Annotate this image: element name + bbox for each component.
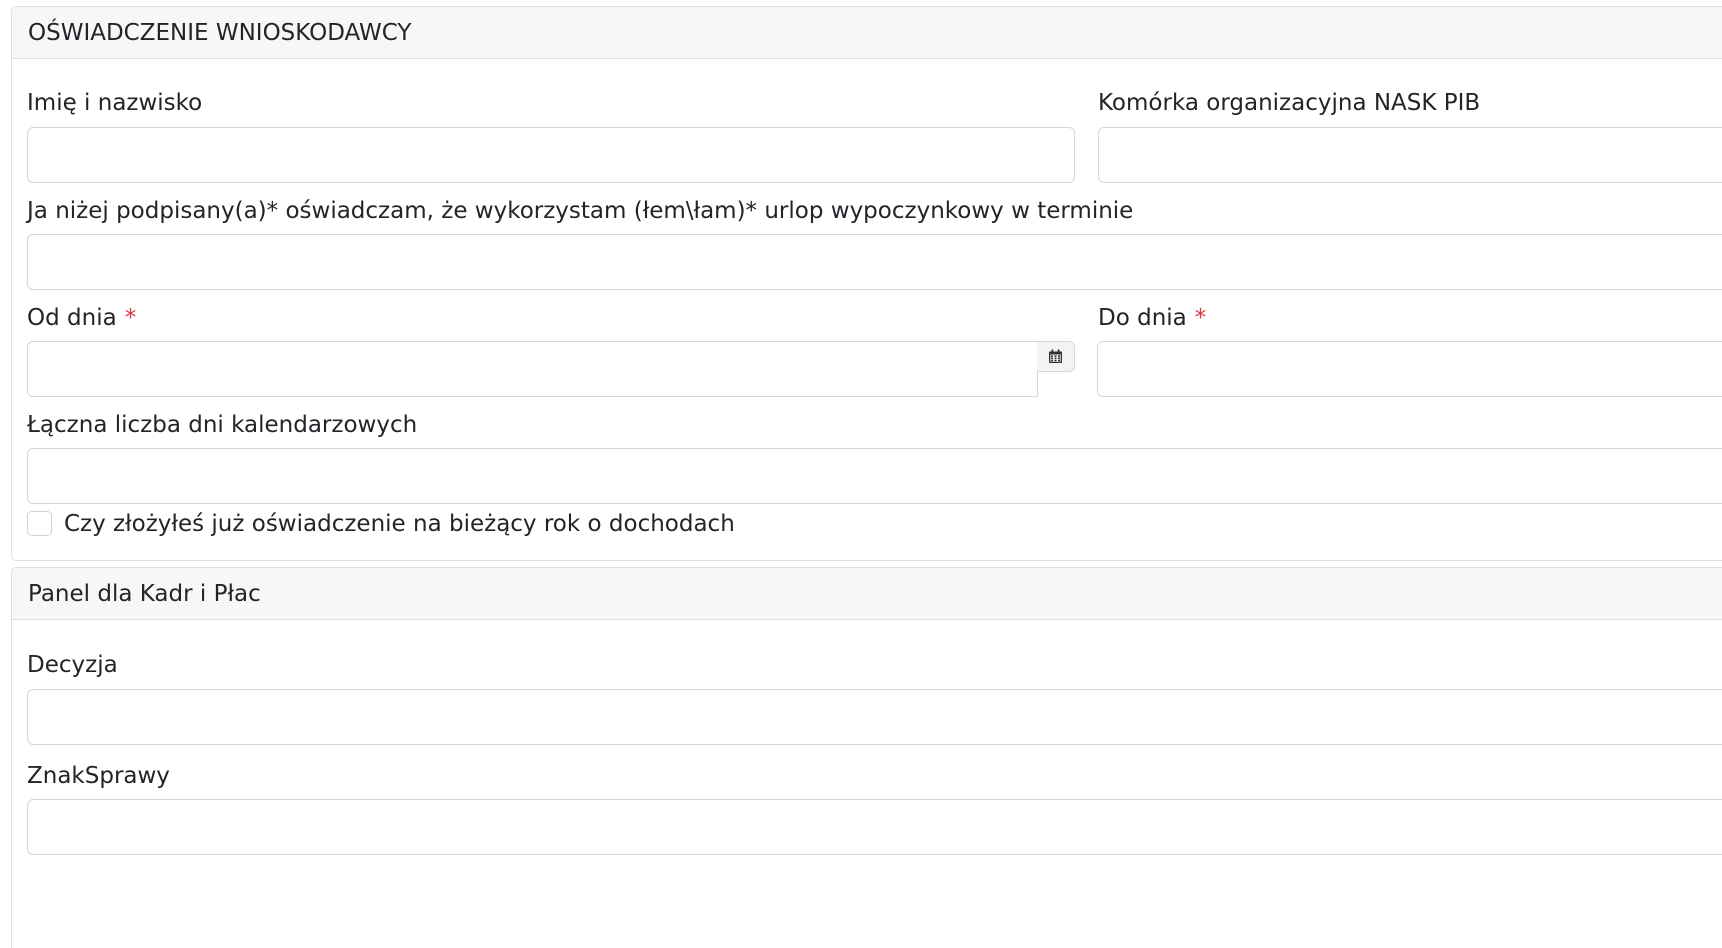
department-input[interactable] [1098, 127, 1722, 183]
decision-input[interactable] [27, 689, 1722, 745]
hr-panel: Panel dla Kadr i Płac [11, 567, 1722, 948]
total-days-input[interactable] [27, 448, 1722, 504]
date-from-input[interactable] [27, 341, 1038, 397]
decision-label: Decyzja [27, 652, 118, 678]
date-from-calendar-button[interactable] [1037, 341, 1075, 372]
date-from-label-text: Od dnia [27, 305, 117, 331]
full-name-input[interactable] [27, 127, 1075, 183]
full-name-label: Imię i nazwisko [27, 90, 203, 116]
applicant-panel-title: OŚWIADCZENIE WNIOSKODAWCY [12, 7, 1722, 59]
total-days-label: Łączna liczba dni kalendarzowych [27, 412, 418, 438]
date-to-input[interactable] [1097, 341, 1722, 397]
department-label: Komórka organizacyjna NASK PIB [1098, 90, 1481, 116]
calendar-icon [1049, 349, 1062, 363]
date-to-label-text: Do dnia [1098, 305, 1187, 331]
case-number-input[interactable] [27, 799, 1722, 855]
income-statement-checkbox[interactable] [27, 511, 52, 536]
statement-input[interactable] [27, 234, 1722, 290]
hr-panel-title: Panel dla Kadr i Płac [12, 568, 1722, 620]
form-page: OŚWIADCZENIE WNIOSKODAWCY Imię i nazwisk… [0, 0, 1722, 948]
required-marker: * [124, 305, 137, 331]
date-from-label: Od dnia * [27, 303, 136, 333]
statement-label: Ja niżej podpisany(a)* oświadczam, że wy… [27, 198, 1134, 224]
required-marker: * [1194, 305, 1207, 331]
income-statement-label[interactable]: Czy złożyłeś już oświadczenie na bieżący… [64, 509, 735, 539]
date-to-label: Do dnia * [1098, 303, 1206, 333]
case-number-label: ZnakSprawy [27, 763, 170, 789]
